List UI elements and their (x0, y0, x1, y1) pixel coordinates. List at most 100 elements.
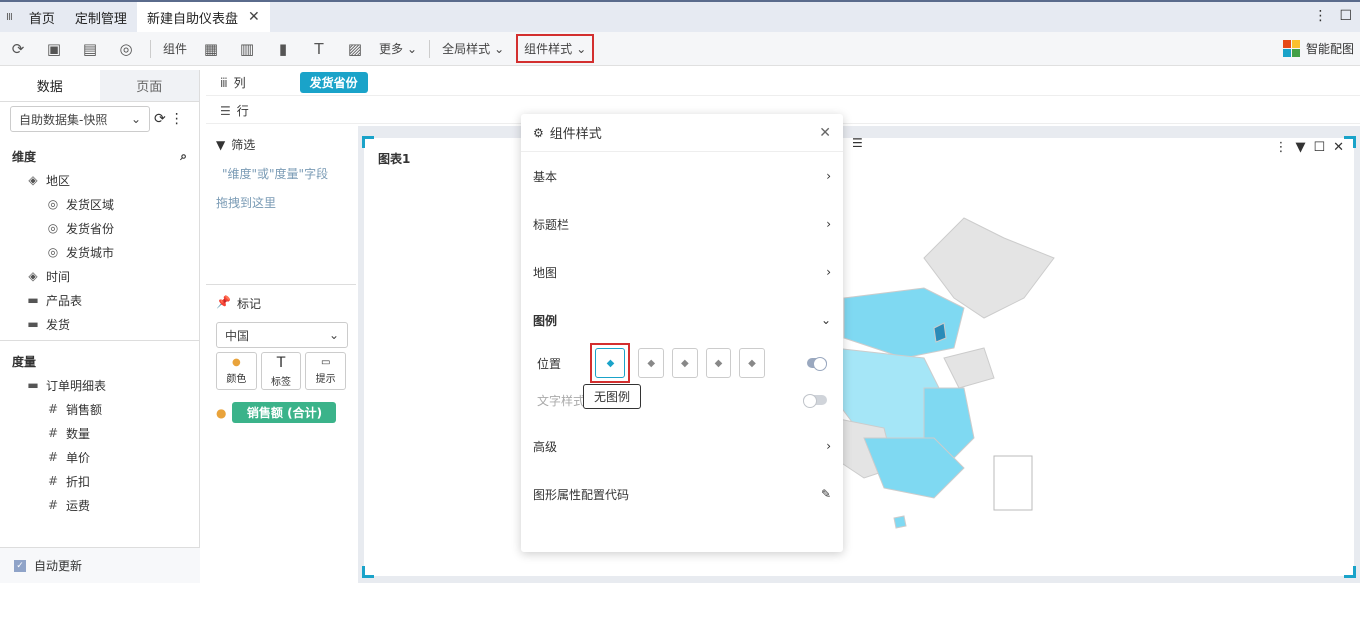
more-menu[interactable]: 更多 ⌄ (379, 40, 417, 57)
text-style-label: 文字样式 (537, 393, 586, 408)
tree-item[interactable]: ◎ 发货城市 (0, 240, 199, 264)
save-as-icon[interactable]: ▤ (78, 37, 102, 61)
menu-icon[interactable]: Ⅲ (0, 2, 19, 32)
dataset-select[interactable]: 自助数据集-快照 ⌄ (10, 106, 150, 132)
tree-item[interactable]: ▬ 发货 (0, 312, 199, 336)
section-basic[interactable]: 基本 › (521, 152, 843, 200)
tab-home[interactable]: 首页 (19, 2, 65, 32)
legend-top-left-button[interactable]: ◆ (638, 348, 665, 378)
label-label: 标签 (271, 376, 291, 388)
crosstab-icon[interactable]: ▥ (235, 37, 259, 61)
tree-item[interactable]: ◈ 地区 (0, 168, 199, 192)
smart-chart-label: 智能配图 (1305, 42, 1354, 56)
component-style-label: 组件样式 (524, 42, 573, 56)
tree-item-label: 发货省份 (66, 221, 115, 236)
folder-icon: ▬ (27, 378, 39, 392)
map-chart[interactable]: 图表1 ⋮ ▼ ☐ ✕ ☰ (362, 136, 1356, 578)
tree-item[interactable]: ▬ 订单明细表 (0, 373, 199, 397)
chevron-down-icon: ⌄ (407, 41, 418, 56)
preview-icon[interactable]: ◎ (114, 37, 138, 61)
text-style-toggle[interactable] (803, 394, 827, 408)
tree-item[interactable]: ▬ 产品表 (0, 288, 199, 312)
legend-top-right-button[interactable]: ◆ (705, 348, 732, 378)
region-north (843, 287, 965, 359)
tab-data[interactable]: 数据 (0, 70, 100, 101)
tree-item[interactable]: ◈ 时间 (0, 264, 199, 288)
tree-item-label: 数量 (66, 426, 91, 441)
south-sea-inset (993, 455, 1033, 511)
section-map[interactable]: 地图 › (521, 248, 843, 296)
column-label: 列 (233, 76, 246, 90)
hash-icon: # (47, 498, 59, 512)
measure-title: 度量 (12, 354, 37, 369)
tree-item-label: 产品表 (46, 293, 83, 308)
divider (150, 39, 151, 58)
refresh-icon[interactable]: ⟳ (154, 111, 166, 127)
tab-custom[interactable]: 定制管理 (65, 2, 137, 32)
divider (429, 39, 431, 58)
resize-corner[interactable] (362, 136, 374, 148)
globe-icon: ◎ (47, 197, 59, 211)
layers-icon: ◈ (28, 173, 38, 187)
tooltip-button[interactable]: ▭ 提示 (305, 352, 347, 390)
label-button[interactable]: T 标签 (260, 352, 302, 390)
column-shelf[interactable]: ⅲ 列 发货省份 (206, 70, 1360, 96)
refresh-icon[interactable]: ⟳ (6, 37, 30, 61)
tab-page[interactable]: 页面 (99, 70, 199, 101)
tree-item[interactable]: # 销售额 (0, 397, 199, 421)
legend-toggle[interactable] (806, 357, 828, 371)
tree-item[interactable]: ◎ 发货区域 (0, 192, 199, 216)
basic-label: 基本 (533, 169, 558, 184)
tree-item[interactable]: # 折扣 (0, 469, 199, 493)
text-icon[interactable]: T (307, 37, 331, 61)
global-style-menu[interactable]: 全局样式 ⌄ (442, 40, 504, 57)
checkbox-icon[interactable]: ✓ (14, 559, 26, 572)
tree-item[interactable]: # 运费 (0, 493, 199, 517)
section-titlebar[interactable]: 标题栏 › (521, 200, 843, 248)
resize-corner[interactable] (1344, 136, 1356, 148)
measure-pill[interactable]: 销售额 (合计) (232, 402, 337, 423)
resize-corner[interactable] (1344, 566, 1356, 578)
map-label: 地图 (533, 265, 558, 280)
chevron-right-icon: › (826, 217, 831, 231)
legend-none-button[interactable]: ◆ (595, 348, 626, 378)
tab-new-dashboard[interactable]: 新建自助仪表盘 ✕ (136, 2, 270, 32)
global-style-label: 全局样式 (442, 42, 491, 56)
component-style-menu[interactable]: 组件样式 ⌄ (516, 34, 595, 63)
image-icon[interactable]: ▨ (343, 37, 367, 61)
more-vertical-icon[interactable]: ⋮ (170, 111, 184, 127)
tree-item-label: 订单明细表 (46, 378, 107, 393)
section-legend[interactable]: 图例 ⌄ (521, 296, 843, 344)
resize-corner[interactable] (362, 566, 374, 578)
tree-item[interactable]: # 数量 (0, 421, 199, 445)
maximize-icon[interactable]: ☐ (1339, 8, 1352, 24)
legend-bottom-right-button[interactable]: ◆ (739, 348, 765, 378)
bar-chart-icon[interactable]: ▮ (271, 37, 295, 61)
tree-item[interactable]: ◎ 发货省份 (0, 216, 199, 240)
mark-type-select[interactable]: 中国 ⌄ (216, 322, 348, 348)
close-icon[interactable]: ✕ (819, 125, 831, 141)
hash-icon: # (47, 450, 59, 464)
save-icon[interactable]: ▣ (42, 37, 66, 61)
auto-update-label: 自动更新 (34, 559, 83, 573)
tree-item-label: 发货区域 (66, 197, 115, 212)
table-icon[interactable]: ▦ (199, 37, 223, 61)
tree-item-label: 运费 (66, 498, 91, 513)
edit-icon[interactable]: ✎ (821, 487, 831, 501)
legend-bottom-left-button[interactable]: ◆ (672, 348, 698, 378)
more-vertical-icon[interactable]: ⋮ (1313, 8, 1327, 24)
row-label: 行 (236, 104, 249, 118)
tree-item-label: 地区 (46, 173, 71, 188)
section-code[interactable]: 图形属性配置代码 ✎ (521, 470, 843, 518)
component-label: 组件 (163, 42, 188, 56)
filter-hint-2: 拖拽到这里 (216, 196, 277, 210)
close-icon[interactable]: ✕ (248, 9, 260, 25)
color-icon: ● (231, 357, 241, 368)
pin-icon: 📌 (216, 295, 231, 309)
column-field-pill[interactable]: 发货省份 (299, 72, 368, 93)
color-button[interactable]: ● 颜色 (216, 352, 257, 390)
search-icon[interactable]: ⌕ (180, 149, 187, 164)
tree-item[interactable]: # 单价 (0, 445, 199, 469)
section-advanced[interactable]: 高级 › (521, 422, 843, 470)
smart-chart-button[interactable]: 智能配图 (1282, 40, 1354, 57)
